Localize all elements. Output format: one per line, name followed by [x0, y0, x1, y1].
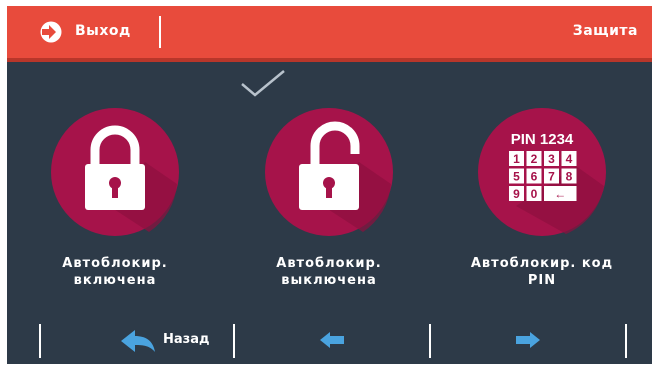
footer-bar: Назад	[7, 316, 652, 364]
page-title: Защита	[572, 23, 638, 39]
keypad-key-label: 3	[548, 152, 555, 166]
keypad-key-label: 1	[513, 152, 520, 166]
exit-label: Выход	[75, 23, 131, 39]
option-autolock-on[interactable]: Автоблокир. включена	[35, 88, 195, 288]
keypad-key-label: 9	[513, 187, 520, 201]
lock-open-icon	[265, 108, 393, 236]
option-autolock-pin[interactable]: PIN 1234 1 2 3 4 5 6 7 8 9 0 ← Автоблокир. код PIN	[462, 88, 622, 288]
prev-button[interactable]	[235, 316, 429, 364]
keypad-key-label: 8	[566, 170, 573, 184]
keypad-key-label: 4	[566, 152, 573, 166]
next-button[interactable]	[431, 316, 625, 364]
keypad-key-label: 7	[548, 170, 555, 184]
screen: Выход Защита Автоблокир. включена Автобл…	[7, 6, 652, 364]
keypad-key-label: 6	[531, 170, 538, 184]
back-button[interactable]: Назад	[41, 316, 233, 364]
keypad-key-label: 0	[531, 187, 538, 201]
option-label-autolock-pin: Автоблокир. код PIN	[470, 256, 614, 288]
arrow-right-icon	[516, 332, 540, 348]
exit-button[interactable]: Выход	[7, 6, 159, 58]
keypad-key-label: 2	[531, 152, 538, 166]
back-arrow-icon	[121, 330, 155, 352]
back-label: Назад	[163, 332, 210, 347]
option-autolock-off[interactable]: Автоблокир. выключена	[249, 88, 409, 288]
keypad-key-label: 5	[513, 170, 520, 184]
keypad-key-label: ←	[554, 187, 566, 201]
option-label-autolock-off: Автоблокир. выключена	[276, 256, 382, 288]
pin-keypad-icon: PIN 1234 1 2 3 4 5 6 7 8 9 0 ←	[478, 108, 606, 236]
header-divider	[159, 16, 161, 48]
header-bar: Выход Защита	[7, 6, 652, 62]
lock-closed-icon	[51, 108, 179, 236]
footer-divider	[625, 324, 627, 358]
arrow-left-icon	[320, 332, 344, 348]
keypad-title: PIN 1234	[511, 131, 574, 148]
exit-icon	[40, 21, 62, 43]
option-label-autolock-on: Автоблокир. включена	[62, 256, 168, 288]
